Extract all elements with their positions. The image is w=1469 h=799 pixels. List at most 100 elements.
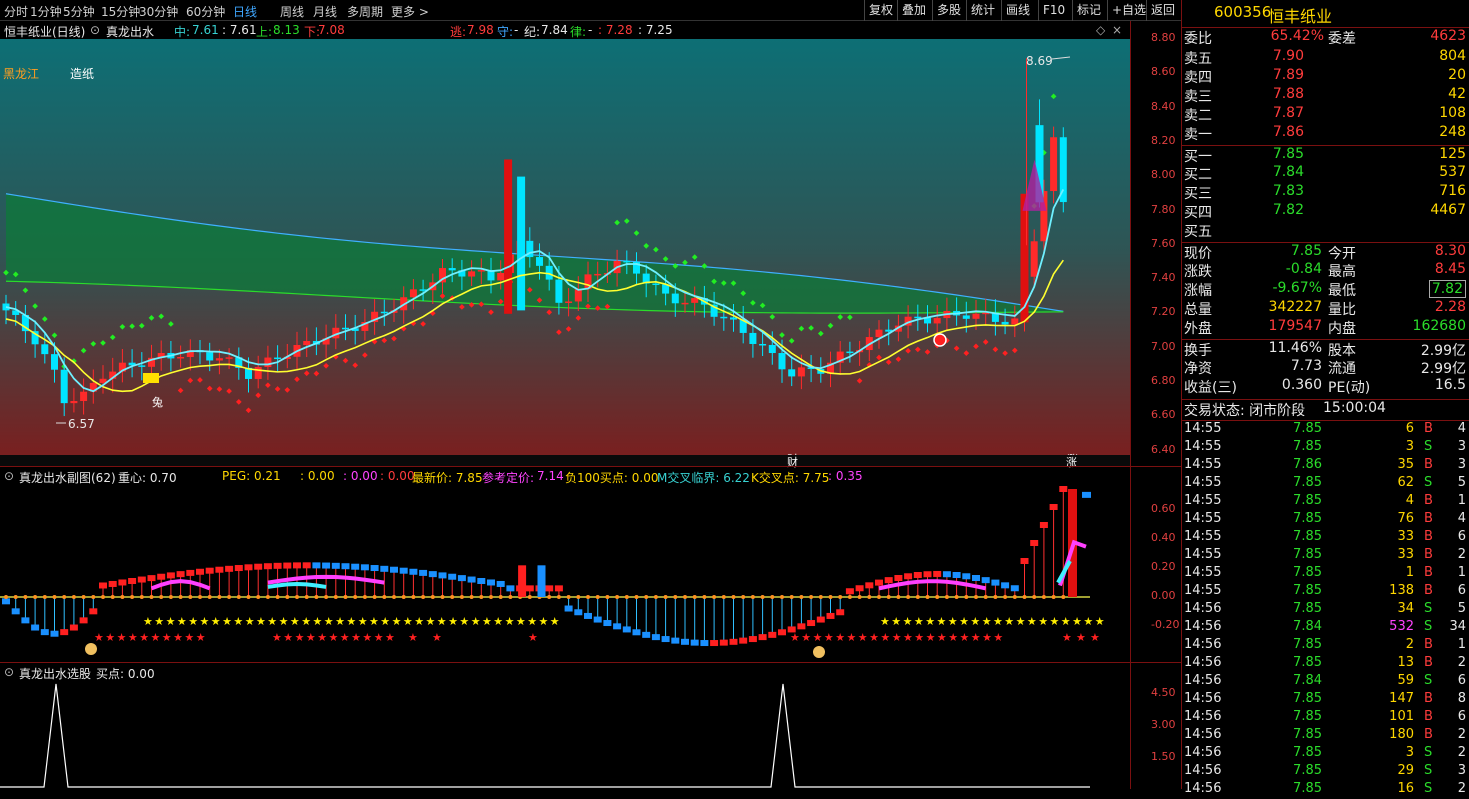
toolbar-button[interactable]: 画线	[1001, 0, 1034, 21]
tick-row[interactable]: 14:55 7.86 35 B 3	[1182, 457, 1469, 475]
period-tab[interactable]: 月线	[313, 3, 337, 20]
stock-name: 恒丰纸业	[1268, 7, 1333, 26]
toolbar-button[interactable]: 返回	[1146, 0, 1179, 21]
tick-row[interactable]: 14:56 7.85 16 S 2	[1182, 781, 1469, 799]
axis-tick-label: 0.00	[1151, 589, 1176, 602]
candle-body	[254, 366, 262, 379]
period-tab[interactable]: 日线	[233, 3, 257, 20]
zero-dot	[246, 595, 251, 599]
stock-header: 600356 恒丰纸业	[1182, 3, 1469, 26]
tick-row[interactable]: 14:56 7.85 3 S 2	[1182, 745, 1469, 763]
tick-row[interactable]: 14:55 7.85 4 B 1	[1182, 493, 1469, 511]
chevron-down-icon[interactable]: ⊙	[90, 23, 100, 37]
tick-side: B	[1424, 511, 1433, 526]
tick-list[interactable]: 14:55 7.85 6 B 4 14:55 7.85 3 S 3 14:55 7.86 35 B 3 14:…	[1182, 420, 1469, 796]
tick-row[interactable]: 14:55 7.85 76 B 4	[1182, 511, 1469, 529]
tick-row[interactable]: 14:55 7.85 62 S 5	[1182, 475, 1469, 493]
period-tab[interactable]: 更多 >	[391, 3, 429, 20]
candle-body	[497, 272, 505, 281]
zero-dot	[304, 595, 309, 599]
toolbar-button[interactable]: 多股	[932, 0, 965, 21]
red-star-mark: ★	[982, 631, 992, 644]
diamond-icon[interactable]: ◇	[1096, 23, 1105, 37]
tick-row[interactable]: 14:55 7.85 1 B 1	[1182, 565, 1469, 583]
period-tab[interactable]: 1分钟	[30, 3, 62, 20]
tick-count: 2	[1457, 547, 1466, 562]
sub-chart-title[interactable]: 真龙出水副图(62)	[19, 469, 116, 486]
tick-time: 14:56	[1184, 763, 1222, 778]
period-tab[interactable]: 多周期	[347, 3, 383, 20]
toolbar-button[interactable]: 复权	[864, 0, 897, 21]
yellow-star-mark: ★	[880, 615, 890, 628]
toolbar-button[interactable]: F10	[1038, 0, 1069, 21]
bid-row[interactable]: 买四 7.82 4467	[1182, 202, 1469, 221]
histogram-cap	[613, 623, 622, 630]
red-star-mark: ★	[813, 631, 823, 644]
tick-row[interactable]: 14:56 7.85 13 B 2	[1182, 655, 1469, 673]
bid-row[interactable]: 买二 7.84 537	[1182, 164, 1469, 183]
tick-row[interactable]: 14:56 7.84 532 S 34	[1182, 619, 1469, 637]
toolbar-button[interactable]: 叠加	[897, 0, 930, 21]
histogram-cap	[487, 579, 495, 586]
chevron-down-icon[interactable]: ⊙	[4, 665, 14, 679]
chevron-down-icon[interactable]: ⊙	[4, 469, 14, 483]
histogram-cap	[50, 630, 59, 637]
main-candlestick-chart[interactable]: 黑龙江 造纸 8.69 6.57 兔 财 涨	[0, 39, 1130, 457]
axis-tick-label: 6.40	[1151, 442, 1176, 456]
period-tab[interactable]: 30分钟	[139, 3, 178, 20]
axis-tick-label: 4.50	[1151, 686, 1176, 699]
tick-row[interactable]: 14:56 7.85 147 B 8	[1182, 691, 1469, 709]
candle-body	[749, 332, 757, 344]
period-tab[interactable]: 5分钟	[63, 3, 95, 20]
red-star-mark: ★	[94, 631, 104, 644]
stock-selection-chart[interactable]	[0, 681, 1130, 789]
tick-row[interactable]: 14:55 7.85 3 S 3	[1182, 439, 1469, 457]
period-tab[interactable]: 60分钟	[186, 3, 225, 20]
sub-indicator-chart[interactable]: ★ ★ ★ ★ ★ ★ ★ ★ ★ ★ ★ ★ ★ ★ ★ ★ ★ ★ ★ ★ ★ ★ ★ ★ ★ ★ ★ ★ ★ ★ ★ ★ ★ ★ ★ ★ ★ ★ ★ ★…	[0, 485, 1130, 663]
toolbar-button[interactable]: +自选	[1107, 0, 1150, 21]
tick-row[interactable]: 14:56 7.84 59 S 6	[1182, 673, 1469, 691]
ask-row[interactable]: 卖三 7.88 42	[1182, 86, 1469, 105]
select-chart-title[interactable]: 真龙出水选股	[19, 665, 91, 682]
toolbar-button[interactable]: 标记	[1072, 0, 1105, 21]
yellow-star-mark: ★	[380, 615, 390, 628]
indicator-name[interactable]: 真龙出水	[106, 23, 154, 40]
period-tab[interactable]: 15分钟	[101, 3, 140, 20]
tick-row[interactable]: 14:55 7.85 33 B 2	[1182, 547, 1469, 565]
tick-row[interactable]: 14:56 7.85 2 B 1	[1182, 637, 1469, 655]
yellow-star-mark: ★	[993, 615, 1003, 628]
yellow-star-mark: ★	[301, 615, 311, 628]
zero-dot	[275, 595, 280, 599]
tick-row[interactable]: 14:55 7.85 138 B 6	[1182, 583, 1469, 601]
ask-row[interactable]: 卖五 7.90 804	[1182, 48, 1469, 67]
close-icon[interactable]: ×	[1112, 23, 1122, 37]
tick-row[interactable]: 14:56 7.85 180 B 2	[1182, 727, 1469, 745]
histogram-cap	[564, 605, 573, 612]
tick-row[interactable]: 14:56 7.85 101 B 6	[1182, 709, 1469, 727]
bid-row[interactable]: 买一 7.85 125	[1182, 145, 1469, 165]
panel-divider	[0, 662, 1181, 663]
red-star-mark: ★	[295, 631, 305, 644]
tick-row[interactable]: 14:55 7.85 33 B 6	[1182, 529, 1469, 547]
ask-row[interactable]: 卖一 7.86 248	[1182, 124, 1469, 143]
ask-row[interactable]: 卖二 7.87 108	[1182, 105, 1469, 124]
weicha-label: 委差	[1328, 31, 1356, 47]
bid-row[interactable]: 买三 7.83 716	[1182, 183, 1469, 202]
ask-row[interactable]: 卖四 7.89 20	[1182, 67, 1469, 86]
period-tab[interactable]: 周线	[280, 3, 304, 20]
candle-body	[504, 159, 513, 314]
level-price: 7.83	[1272, 183, 1304, 199]
candle-body	[1050, 137, 1058, 192]
toolbar-button[interactable]: 统计	[966, 0, 999, 21]
tick-row[interactable]: 14:56 7.85 34 S 5	[1182, 601, 1469, 619]
latest-price: 最新价: 7.85	[412, 471, 483, 485]
bid-row[interactable]: 买五	[1182, 221, 1469, 240]
histogram-cap	[719, 639, 728, 646]
tick-row[interactable]: 14:55 7.85 6 B 4	[1182, 421, 1469, 439]
period-tab[interactable]: 分时	[4, 3, 28, 20]
tick-row[interactable]: 14:56 7.85 29 S 3	[1182, 763, 1469, 781]
yellow-star-mark: ★	[346, 615, 356, 628]
tick-time: 14:55	[1184, 475, 1222, 490]
histogram-cap	[205, 567, 214, 574]
tick-side: B	[1424, 565, 1433, 580]
